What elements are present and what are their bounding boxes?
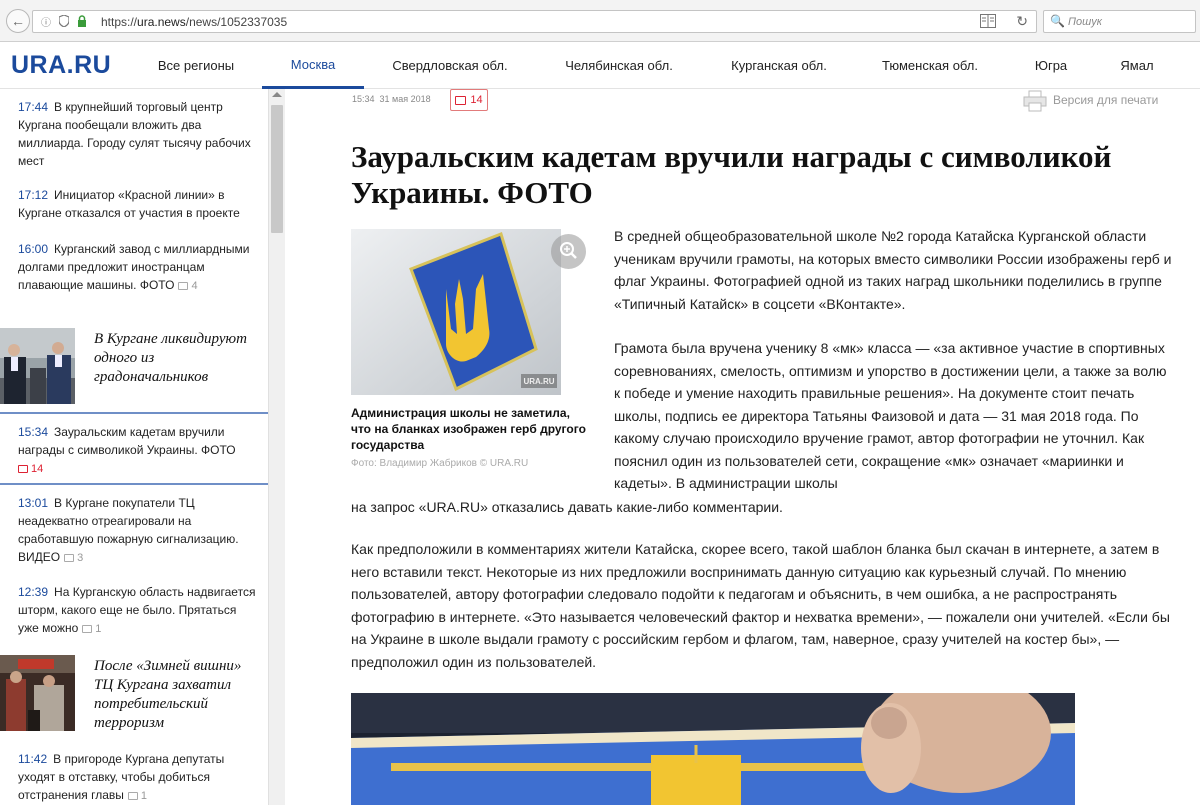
comment-count[interactable]: 4 [178, 280, 198, 292]
featured-news-headline[interactable]: В Кургане ликвидируют одного из градонач… [94, 330, 264, 387]
article-paragraph: В средней общеобразовательной школе №2 г… [614, 228, 1172, 312]
active-item-divider [0, 483, 268, 485]
nav-item-moscow[interactable]: Москва [262, 42, 364, 89]
site-logo[interactable]: URA.RU [11, 51, 111, 80]
comment-count-value: 3 [77, 552, 84, 564]
news-headline[interactable]: На Курганскую область надвигается шторм,… [18, 585, 255, 635]
comment-count-value: 1 [95, 623, 102, 635]
nav-item-yamal[interactable]: Ямал [1106, 42, 1168, 89]
nav-item-sverdlovsk[interactable]: Свердловская обл. [372, 42, 528, 89]
news-item[interactable]: 17:44 В крупнейший торговый центр Кургана… [18, 98, 258, 170]
article-meta: 15:34 31 мая 2018 [352, 94, 431, 104]
scrollbar-thumb[interactable] [271, 105, 283, 233]
nav-item-all-regions[interactable]: Все регионы [140, 42, 252, 89]
news-item[interactable]: 13:01 В Кургане покупатели ТЦ неадекватно… [18, 494, 258, 567]
news-item[interactable]: 12:39 На Курганскую область надвигается ш… [18, 583, 258, 638]
featured-news-headline[interactable]: После «Зимней вишни» ТЦ Кургана захватил… [94, 657, 264, 733]
site-header: URA.RU Все регионы Москва Свердловская о… [0, 42, 1200, 89]
back-button[interactable]: ← [6, 9, 30, 33]
reader-view-icon[interactable] [980, 14, 996, 31]
featured-news-image[interactable] [0, 328, 75, 404]
comment-count-value: 4 [191, 280, 198, 292]
news-time: 17:44 [18, 100, 49, 114]
search-bar[interactable]: 🔍 Пошук [1043, 10, 1196, 33]
news-time: 16:00 [18, 242, 49, 256]
print-version-label: Версия для печати [1053, 93, 1159, 107]
news-headline[interactable]: В пригороде Кургана депутаты уходят в от… [18, 752, 224, 802]
featured-news-item[interactable]: В Кургане ликвидируют одного из градонач… [0, 328, 268, 414]
comment-count[interactable]: 14 [18, 463, 43, 475]
nav-item-kurgan[interactable]: Курганская обл. [712, 42, 846, 89]
url-host: ura.news [137, 15, 186, 29]
nav-item-yugra[interactable]: Югра [1020, 42, 1082, 89]
article-paragraph: Грамота была вручена ученику 8 «мк» клас… [614, 340, 1167, 491]
news-headline[interactable]: Курганский завод с миллиардными долгами … [18, 242, 249, 292]
reload-icon[interactable]: ↻ [1016, 13, 1028, 30]
article-time: 15:34 [352, 94, 375, 104]
search-placeholder: Пошук [1068, 16, 1102, 28]
article-comments-count: 14 [470, 94, 483, 106]
comment-count[interactable]: 1 [82, 623, 101, 635]
article-second-photo[interactable] [351, 693, 1075, 805]
featured-news-image[interactable] [0, 655, 75, 731]
photo-caption: Администрация школы не заметила, что на … [351, 406, 586, 452]
article: 15:34 31 мая 2018 14 Версия для печати З… [285, 89, 1200, 805]
news-time: 12:39 [18, 585, 49, 599]
news-feed-sidebar: 17:44 В крупнейший торговый центр Кургана… [0, 89, 285, 805]
url-scheme: https:// [101, 15, 138, 29]
news-item[interactable]: 11:42 В пригороде Кургана депутаты уходят… [18, 750, 258, 805]
comment-count-value: 14 [31, 463, 44, 475]
comment-count[interactable]: 3 [64, 552, 83, 564]
sidebar-scrollbar[interactable] [268, 89, 285, 805]
zoom-icon[interactable] [551, 234, 586, 269]
search-icon: 🔍 [1050, 14, 1065, 28]
nav-item-tyumen[interactable]: Тюменская обл. [862, 42, 998, 89]
shield-icon[interactable] [57, 14, 71, 28]
article-paragraph-continued: на запрос «URA.RU» отказались давать как… [351, 499, 783, 515]
news-time: 15:34 [18, 425, 49, 439]
news-time: 17:12 [18, 188, 49, 202]
comment-icon [64, 554, 75, 562]
article-main-photo[interactable]: URA.RU [351, 229, 561, 395]
photo-watermark: URA.RU [523, 377, 554, 386]
news-time: 13:01 [18, 496, 49, 510]
comment-count-value: 1 [140, 790, 147, 802]
browser-toolbar: ← ⓘ https://ura.news/news/1052337035 ↻ 🔍… [0, 0, 1200, 42]
featured-news-item[interactable]: После «Зимней вишни» ТЦ Кургана захватил… [0, 655, 268, 741]
news-headline[interactable]: Зауральским кадетам вручили награды с си… [18, 425, 236, 457]
url-path: /news/1052337035 [185, 15, 288, 29]
nav-item-chelyabinsk[interactable]: Челябинская обл. [545, 42, 693, 89]
comment-icon [127, 792, 138, 800]
url-text[interactable]: https://ura.news/news/1052337035 [101, 15, 287, 29]
news-item[interactable]: 16:00 Курганский завод с миллиардными дол… [18, 240, 258, 295]
news-headline[interactable]: В Кургане покупатели ТЦ неадекватно отре… [18, 496, 239, 564]
news-item-active[interactable]: 15:34 Зауральским кадетам вручили награды… [18, 423, 258, 478]
photo-credit: Фото: Владимир Жабриков © URA.RU [351, 458, 529, 469]
back-arrow-icon: ← [11, 13, 25, 29]
article-comments-badge[interactable]: 14 [450, 89, 488, 111]
comment-count[interactable]: 1 [127, 790, 147, 802]
printer-icon [1023, 90, 1047, 112]
article-date: 31 мая 2018 [379, 94, 431, 104]
info-icon[interactable]: ⓘ [39, 14, 53, 29]
comment-icon [82, 625, 93, 633]
comment-icon [455, 95, 467, 105]
lock-icon[interactable] [75, 14, 89, 28]
address-bar[interactable]: ⓘ https://ura.news/news/1052337035 ↻ [32, 10, 1037, 33]
comment-icon [18, 465, 28, 473]
news-headline[interactable]: Инициатор «Красной линии» в Кургане отка… [18, 188, 240, 220]
article-paragraph: Как предположили в комментариях жители К… [351, 541, 1170, 670]
scroll-up-arrow-icon[interactable] [272, 92, 282, 97]
active-item-divider [0, 412, 268, 414]
news-item[interactable]: 17:12 Инициатор «Красной линии» в Кургане… [18, 186, 258, 222]
news-headline[interactable]: В крупнейший торговый центр Кургана пооб… [18, 100, 251, 168]
article-title: Зауральским кадетам вручили награды с си… [351, 139, 1112, 210]
comment-icon [178, 282, 189, 290]
print-version-link[interactable]: Версия для печати [1023, 90, 1159, 112]
news-time: 11:42 [18, 752, 48, 766]
